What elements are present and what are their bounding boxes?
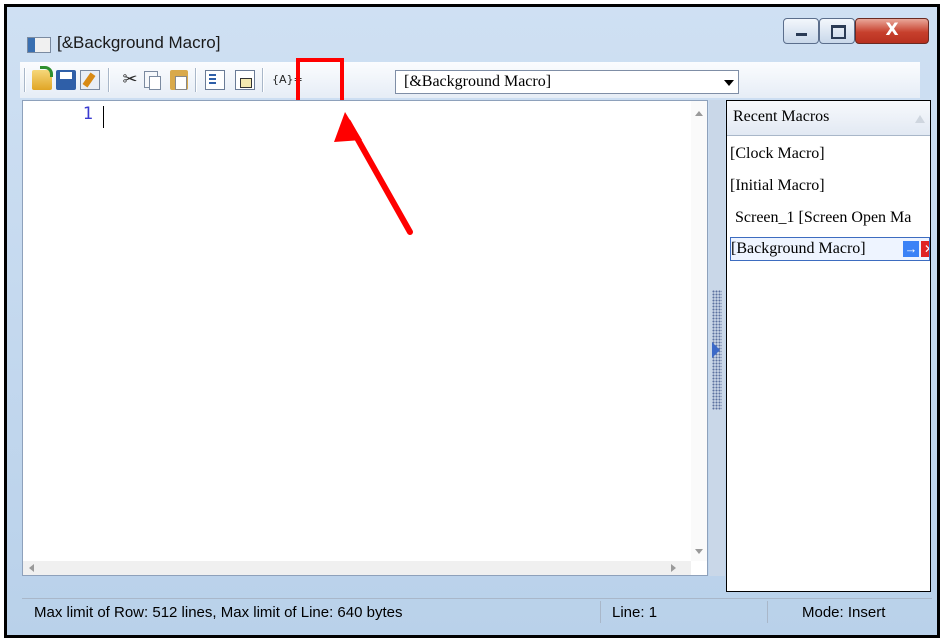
macro-properties-icon[interactable] <box>235 70 255 90</box>
recent-item[interactable]: [Clock Macro] <box>730 143 930 167</box>
recent-macros-header[interactable]: Recent Macros <box>727 101 930 136</box>
recent-item[interactable]: [Initial Macro] <box>730 175 930 199</box>
highlight-box <box>296 58 344 104</box>
recent-item-label: [Initial Macro] <box>730 177 825 194</box>
maximize-button[interactable] <box>819 18 855 44</box>
recent-item-selected[interactable]: [Background Macro] → ✕ <box>730 237 930 261</box>
close-button[interactable]: X <box>855 18 929 44</box>
line-number: 1 <box>82 104 93 124</box>
status-limits: Max limit of Row: 512 lines, Max limit o… <box>34 604 403 621</box>
toolbar-separator <box>24 68 26 92</box>
window-title: [&Background Macro] <box>57 33 221 52</box>
scroll-down-icon[interactable] <box>695 549 703 554</box>
toolbar-separator <box>262 68 264 92</box>
status-line: Line: 1 <box>612 604 658 621</box>
delete-icon[interactable]: ✕ <box>921 241 929 257</box>
collapse-panel-icon[interactable] <box>712 290 722 410</box>
go-to-macro-icon[interactable]: → <box>903 241 919 257</box>
edit-icon[interactable] <box>80 70 100 90</box>
recent-macros-title: Recent Macros <box>733 108 830 125</box>
close-icon: X <box>885 20 899 40</box>
macro-select-value: [&Background Macro] <box>404 73 552 90</box>
status-separator <box>767 601 768 623</box>
chevron-down-icon[interactable] <box>724 80 734 86</box>
vertical-scrollbar[interactable] <box>691 101 707 561</box>
recent-item-label: [Clock Macro] <box>730 145 825 162</box>
save-icon[interactable] <box>56 70 76 90</box>
paste-icon[interactable] <box>170 70 188 90</box>
line-gutter: 1 <box>23 101 101 561</box>
minimize-button[interactable] <box>783 18 819 44</box>
status-separator <box>600 601 601 623</box>
toolbar-separator <box>195 68 197 92</box>
format-icon[interactable] <box>205 70 225 90</box>
sort-icon[interactable] <box>915 115 925 123</box>
recent-item[interactable]: Screen_1 [Screen Open Ma <box>735 207 930 231</box>
cut-icon[interactable]: ✂ <box>120 70 140 90</box>
recent-item-label: Screen_1 [Screen Open Ma <box>735 209 912 226</box>
status-bar: Max limit of Row: 512 lines, Max limit o… <box>22 598 932 627</box>
status-mode: Mode: Insert <box>802 604 886 621</box>
scroll-left-icon[interactable] <box>29 564 34 572</box>
app-icon <box>27 37 51 53</box>
panel-splitter[interactable] <box>709 100 725 576</box>
open-icon[interactable] <box>32 66 53 90</box>
toolbar-separator <box>108 68 110 92</box>
scroll-right-icon[interactable] <box>671 564 676 572</box>
copy-icon[interactable] <box>144 71 161 90</box>
recent-item-label: [Background Macro] <box>731 240 866 257</box>
text-caret <box>103 106 104 128</box>
title-bar[interactable]: [&Background Macro] X <box>7 7 937 59</box>
scroll-up-icon[interactable] <box>695 111 703 116</box>
annotation-arrow <box>334 112 413 235</box>
arrow-head <box>334 112 362 142</box>
recent-macros-panel: Recent Macros [Clock Macro] [Initial Mac… <box>726 100 931 592</box>
macro-select[interactable]: [&Background Macro] <box>395 70 739 94</box>
recent-macros-list: [Clock Macro] [Initial Macro] Screen_1 [… <box>727 139 930 579</box>
horizontal-scrollbar[interactable] <box>23 561 691 575</box>
